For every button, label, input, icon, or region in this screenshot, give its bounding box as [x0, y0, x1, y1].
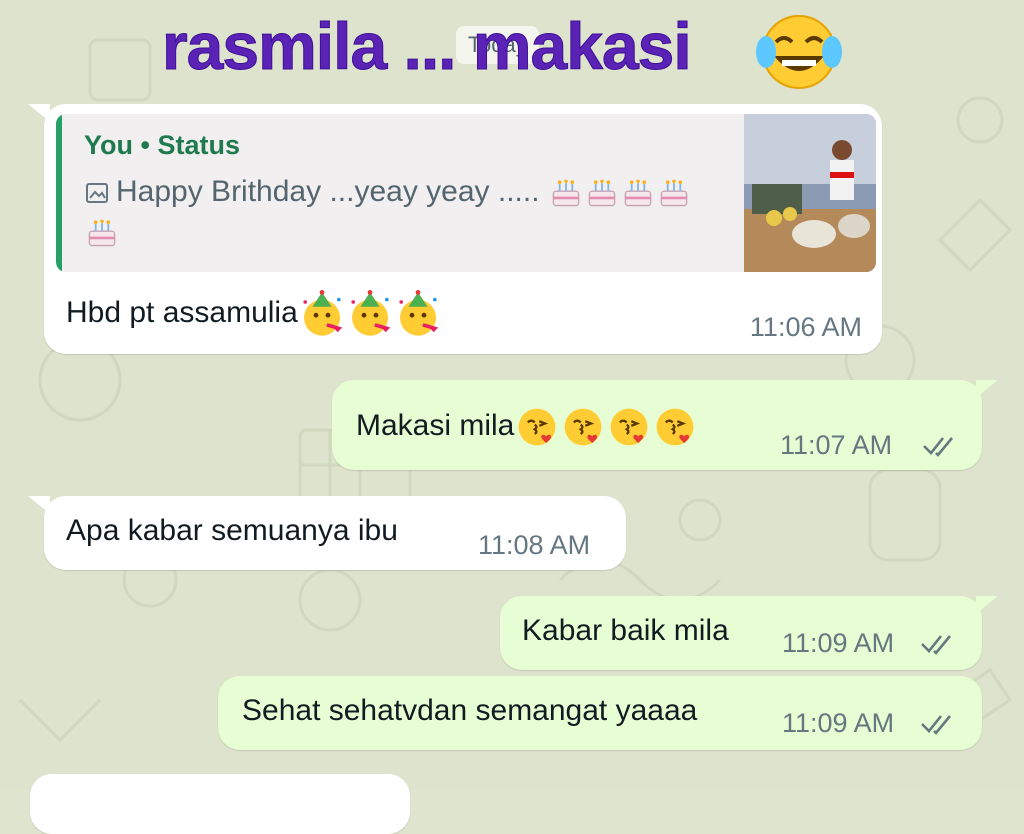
bubble-tail	[976, 596, 998, 614]
face-blowing-kiss-icon	[518, 408, 556, 446]
birthday-cake-icon	[88, 219, 116, 247]
bubble-tail	[976, 380, 998, 398]
face-blowing-kiss-icon	[656, 408, 694, 446]
message-time: 11:09 AM	[782, 708, 895, 738]
face-blowing-kiss-icon	[610, 408, 648, 446]
status-thumbnail[interactable]	[744, 114, 876, 272]
quote-author: You • Status	[84, 130, 240, 160]
message-bubble-incoming[interactable]: Apa kabar semuanya ibu 11:08 AM	[28, 496, 626, 570]
message-time: 11:09 AM	[782, 628, 895, 658]
message-bubble-outgoing[interactable]: Makasi mila 11:07 AM	[332, 380, 998, 470]
double-check-icon	[921, 715, 952, 735]
bubble-tail	[28, 104, 50, 122]
partying-face-icon	[351, 290, 391, 336]
message-bubble-incoming-partial[interactable]	[30, 774, 410, 834]
message-text: Sehat sehatvdan semangat yaaaa	[242, 694, 698, 727]
partying-face-icon	[303, 290, 343, 336]
message-text: Hbd pt assamulia	[66, 290, 442, 338]
face-blowing-kiss-icon	[564, 408, 602, 446]
message-bubble-outgoing[interactable]: Kabar baik mila 11:09 AM	[500, 596, 998, 670]
partying-face-icons	[298, 290, 442, 336]
quoted-status[interactable]: You • Status Happy Brithday ...yeay yeay…	[56, 114, 876, 272]
double-check-icon	[921, 635, 952, 655]
message-time: 11:06 AM	[749, 312, 862, 342]
face-blowing-kiss-icons	[514, 408, 698, 446]
quote-text-block: Happy Brithday ...yeay yeay .....	[84, 172, 724, 252]
message-text: Apa kabar semuanya ibu	[66, 514, 398, 547]
image-icon	[86, 183, 108, 204]
face-with-tears-of-joy-icon	[756, 15, 842, 89]
message-text: Kabar baik mila	[522, 614, 729, 647]
quote-text: Happy Brithday ...yeay yeay .....	[116, 175, 540, 208]
message-text: Makasi mila	[356, 404, 698, 450]
quote-accent-bar	[56, 114, 62, 272]
overlay-caption: rasmila ... makasi	[162, 9, 693, 84]
birthday-cake-icon	[624, 179, 652, 207]
birthday-cake-icon	[552, 179, 580, 207]
birthday-cake-icon	[588, 179, 616, 207]
message-time: 11:07 AM	[780, 430, 893, 460]
double-check-icon	[923, 437, 954, 457]
birthday-cake-icon	[660, 179, 688, 207]
bubble-tail	[28, 496, 50, 514]
partying-face-icon	[399, 290, 439, 336]
message-time: 11:08 AM	[478, 530, 591, 560]
message-bubble-incoming[interactable]: You • Status Happy Brithday ...yeay yeay…	[28, 104, 882, 354]
message-bubble-outgoing[interactable]: Sehat sehatvdan semangat yaaaa 11:09 AM	[218, 676, 982, 750]
